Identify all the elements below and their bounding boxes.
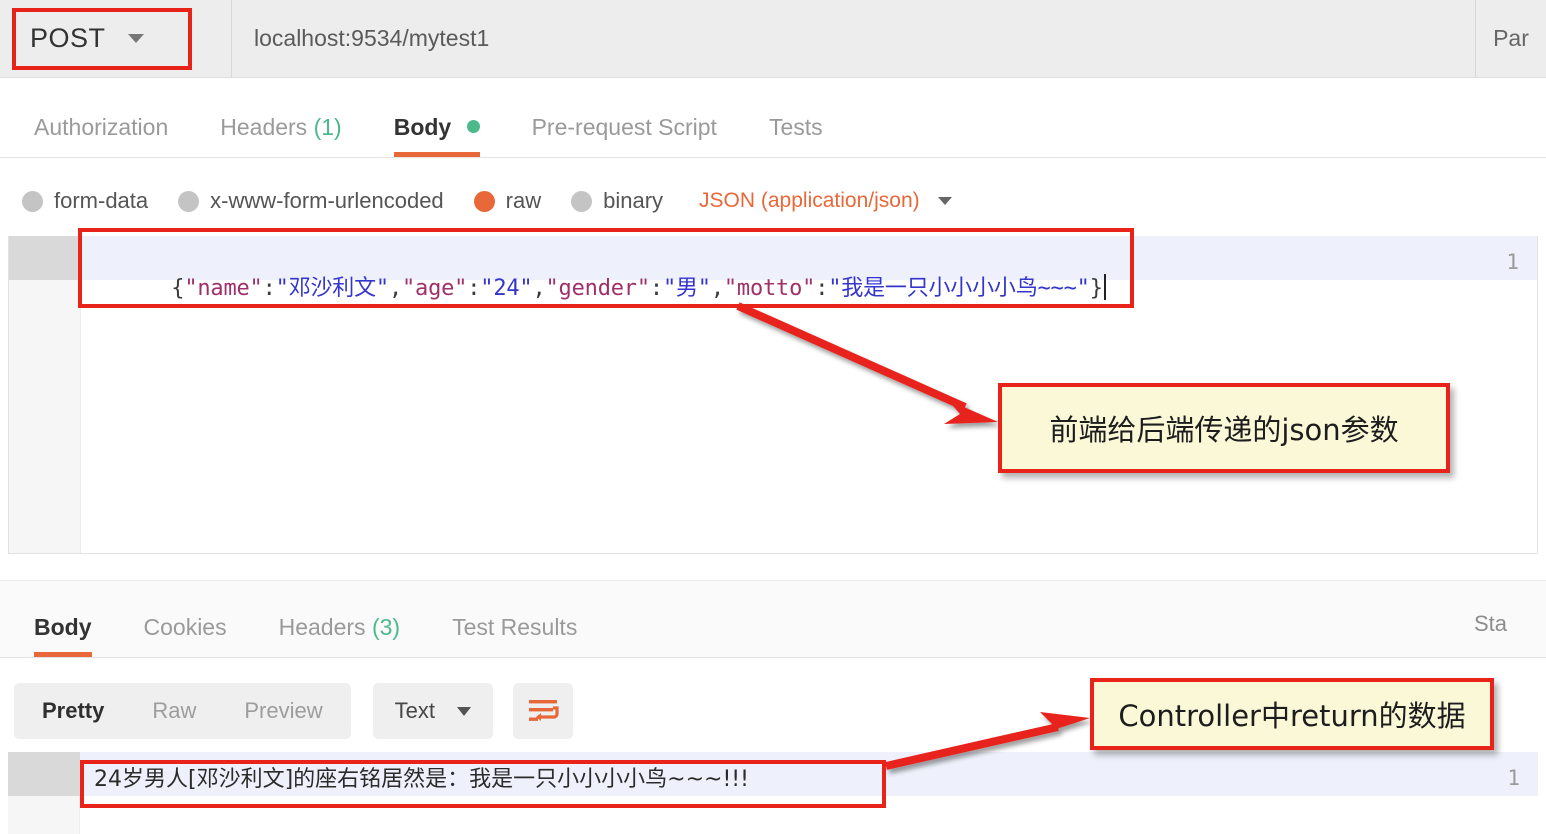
response-view-mode-group: Pretty Raw Preview xyxy=(14,683,351,739)
radio-raw-icon xyxy=(473,190,495,212)
radio-raw-label: raw xyxy=(505,188,542,213)
response-tab-test-results[interactable]: Test Results xyxy=(426,614,603,657)
response-tab-headers-count: (3) xyxy=(371,614,401,640)
tab-body-label: Body xyxy=(393,114,452,140)
callout-request-json: 前端给后端传递的json参数 xyxy=(998,383,1450,473)
tab-pre-request-script-label: Pre-request Script xyxy=(531,114,717,140)
json-token: , xyxy=(710,276,724,301)
request-line-number: 1 xyxy=(1506,250,1519,274)
url-value: localhost:9534/mytest1 xyxy=(254,25,490,51)
chevron-down-icon xyxy=(937,197,952,205)
http-method-selector[interactable]: POST xyxy=(0,0,232,77)
tab-headers-label: Headers xyxy=(220,114,308,140)
json-token: : xyxy=(649,276,663,301)
json-token: , xyxy=(532,276,546,301)
text-cursor xyxy=(1103,274,1106,300)
radio-form-data-label: form-data xyxy=(54,188,149,213)
response-status: Sta xyxy=(1474,611,1546,637)
json-token: "gender" xyxy=(545,276,651,301)
response-tab-headers-label: Headers xyxy=(278,614,366,640)
json-token: "age" xyxy=(402,276,468,301)
json-token: "24" xyxy=(480,276,533,301)
radio-urlencoded[interactable]: x-www-form-urlencoded xyxy=(178,188,444,214)
json-token: "name" xyxy=(184,276,263,301)
radio-form-data[interactable]: form-data xyxy=(22,188,148,214)
tab-tests-label: Tests xyxy=(768,114,823,140)
params-label: Par xyxy=(1493,25,1529,51)
json-token: "motto" xyxy=(723,276,816,301)
tab-headers-count: (1) xyxy=(313,114,342,140)
view-mode-raw-label: Raw xyxy=(152,698,197,723)
response-tab-bar: Body Cookies Headers (3) Test Results St… xyxy=(0,580,1546,658)
word-wrap-icon xyxy=(528,700,559,721)
http-method-label: POST xyxy=(30,23,106,53)
request-json-code: {"name":"邓沙利文","age":"24","gender":"男","… xyxy=(93,245,1106,327)
content-type-label: JSON (application/json) xyxy=(699,189,920,212)
body-type-row: form-data x-www-form-urlencoded raw bina… xyxy=(0,170,1546,232)
tab-headers[interactable]: Headers (1) xyxy=(194,114,367,157)
json-token: "我是一只小小小小鸟~~~" xyxy=(828,276,1090,301)
content-type-selector[interactable]: JSON (application/json) xyxy=(699,189,952,213)
tab-tests[interactable]: Tests xyxy=(743,114,849,157)
json-token: "男" xyxy=(662,276,711,301)
json-token: , xyxy=(388,276,402,301)
callout-request-json-text: 前端给后端传递的json参数 xyxy=(1049,413,1399,447)
response-tab-cookies[interactable]: Cookies xyxy=(118,614,253,657)
view-mode-raw[interactable]: Raw xyxy=(128,683,220,739)
url-bar: POST localhost:9534/mytest1 Par xyxy=(0,0,1546,78)
json-token: } xyxy=(1089,276,1103,301)
body-modified-dot-icon xyxy=(466,120,480,133)
postman-window: POST localhost:9534/mytest1 Par Authoriz… xyxy=(0,0,1546,834)
response-tab-headers[interactable]: Headers (3) xyxy=(253,614,426,657)
radio-raw[interactable]: raw xyxy=(473,188,542,214)
request-editor-gutter xyxy=(9,236,81,553)
response-active-line-gutter xyxy=(8,752,80,796)
tab-pre-request-script[interactable]: Pre-request Script xyxy=(506,114,743,157)
response-tab-test-results-label: Test Results xyxy=(452,614,578,640)
request-tab-bar: Authorization Headers (1) Body Pre-reque… xyxy=(0,78,1546,158)
view-mode-pretty-label: Pretty xyxy=(42,698,105,723)
radio-form-data-icon xyxy=(22,190,43,212)
response-tab-body-label: Body xyxy=(34,614,92,640)
json-token: "邓沙利文" xyxy=(275,276,389,301)
params-button[interactable]: Par xyxy=(1476,0,1546,77)
json-token: : xyxy=(815,276,829,301)
tab-authorization[interactable]: Authorization xyxy=(8,114,194,157)
response-body-text: 24岁男人[邓沙利文]的座右铭居然是：我是一只小小小小鸟~~~!!! xyxy=(94,767,749,792)
radio-urlencoded-icon xyxy=(178,190,200,212)
view-mode-preview-label: Preview xyxy=(244,698,323,723)
callout-response-data: Controller中return的数据 xyxy=(1090,678,1494,750)
word-wrap-button[interactable] xyxy=(512,683,573,739)
response-body-editor[interactable]: 1 24岁男人[邓沙利文]的座右铭居然是：我是一只小小小小鸟~~~!!! xyxy=(8,752,1538,834)
json-token: : xyxy=(467,276,481,301)
radio-urlencoded-label: x-www-form-urlencoded xyxy=(210,188,444,213)
response-format-label: Text xyxy=(394,698,435,723)
callout-response-data-text: Controller中return的数据 xyxy=(1118,699,1466,733)
response-tab-cookies-label: Cookies xyxy=(143,614,227,640)
tab-body[interactable]: Body xyxy=(368,114,506,157)
tab-authorization-label: Authorization xyxy=(34,114,169,140)
response-tab-body[interactable]: Body xyxy=(8,614,118,657)
radio-binary[interactable]: binary xyxy=(571,188,663,214)
chevron-down-icon xyxy=(127,34,144,43)
radio-binary-icon xyxy=(571,190,593,212)
view-mode-preview[interactable]: Preview xyxy=(220,683,346,739)
radio-binary-label: binary xyxy=(603,188,664,213)
response-format-selector[interactable]: Text xyxy=(372,683,493,739)
json-token: : xyxy=(262,276,276,301)
response-status-label: Sta xyxy=(1474,611,1508,636)
response-line-number: 1 xyxy=(1507,766,1520,790)
request-active-line-gutter xyxy=(9,236,81,280)
json-token: { xyxy=(171,276,185,301)
chevron-down-icon xyxy=(456,706,471,716)
view-mode-pretty[interactable]: Pretty xyxy=(18,683,128,739)
url-input[interactable]: localhost:9534/mytest1 xyxy=(232,0,1476,77)
